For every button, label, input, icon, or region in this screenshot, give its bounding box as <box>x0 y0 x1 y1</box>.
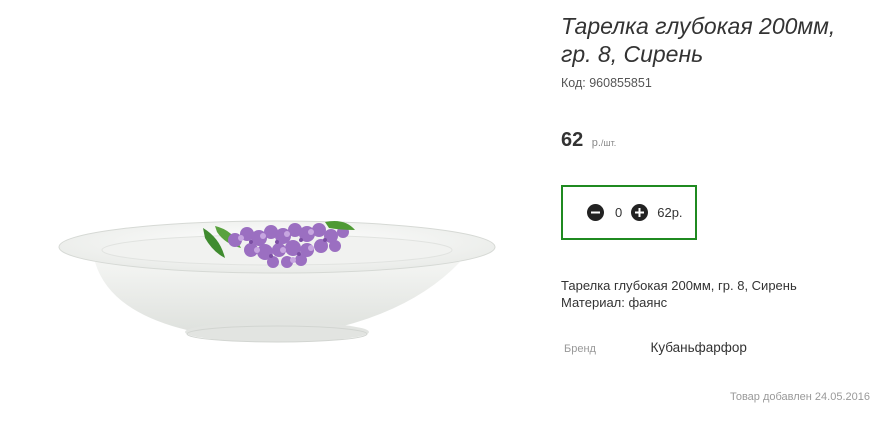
description-line1: Тарелка глубокая 200мм, гр. 8, Сирень <box>561 278 797 293</box>
price-per-unit: /шт. <box>600 138 617 148</box>
plate-illustration <box>58 220 496 343</box>
brand-link[interactable]: Кубаньфарфор <box>650 340 746 355</box>
price-currency: р. <box>591 137 601 149</box>
product-code: Код: 960855851 <box>561 76 652 90</box>
price-unit: р./шт. <box>592 137 617 149</box>
product-code-value: 960855851 <box>589 76 652 90</box>
product-title-line1: Тарелка глубокая 200мм, <box>561 13 836 39</box>
product-description: Тарелка глубокая 200мм, гр. 8, Сирень Ма… <box>561 277 797 311</box>
cart-total: 62р. <box>657 205 683 220</box>
product-image <box>55 200 500 370</box>
description-material: Материал: фаянс <box>561 295 668 310</box>
brand: Бренд Кубаньфарфор <box>564 339 747 357</box>
date-added: Товар добавлен 24.05.2016 <box>729 391 870 403</box>
plus-circle-icon[interactable] <box>631 204 649 221</box>
quantity-stepper: 0 62р. <box>561 185 697 240</box>
quantity-value[interactable]: 0 <box>615 205 622 220</box>
minus-circle-icon[interactable] <box>587 204 604 221</box>
price-value: 62 <box>561 129 584 151</box>
product-code-label: Код: <box>561 76 586 90</box>
product-title-line2: гр. 8, Сирень <box>561 41 704 67</box>
brand-label: Бренд <box>564 343 596 355</box>
price: 62 р./шт. <box>561 129 616 152</box>
product-title: Тарелка глубокая 200мм, гр. 8, Сирень <box>561 12 861 68</box>
product-info: Тарелка глубокая 200мм, гр. 8, Сирень Ко… <box>561 0 871 422</box>
